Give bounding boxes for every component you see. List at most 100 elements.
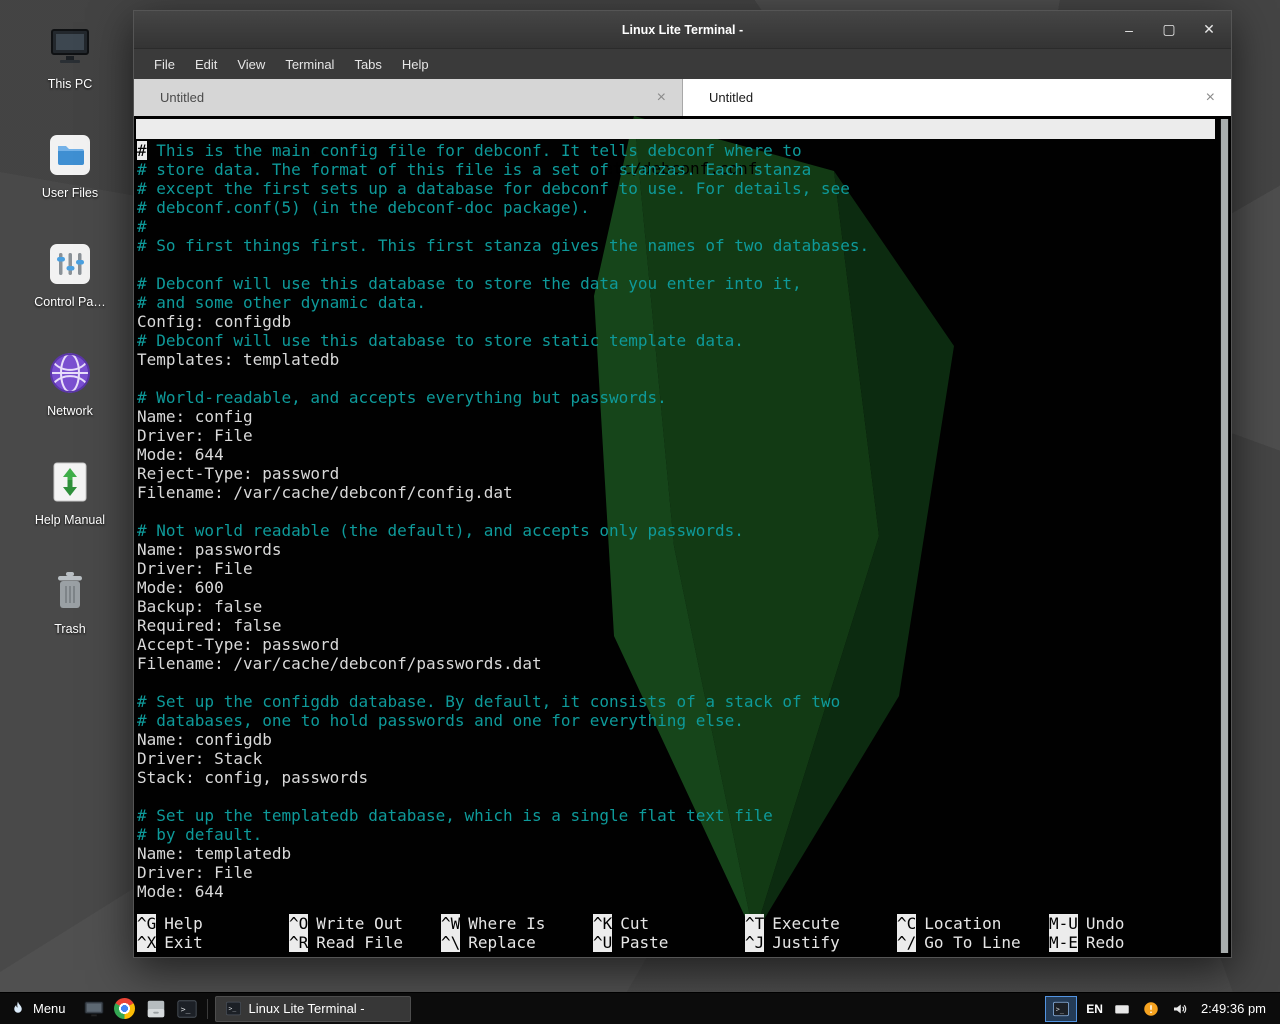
editor-line: # except the first sets up a database fo… [137,179,1215,198]
editor-line: # Debconf will use this database to stor… [137,274,1215,293]
editor-line: Backup: false [137,597,1215,616]
terminal-scrollbar[interactable] [1220,119,1229,953]
shortcut-key: ^X [137,933,156,952]
shortcut-label: Undo [1078,914,1125,933]
desktop-icon-control-pa[interactable]: Control Pa… [20,240,120,309]
volume-icon[interactable] [1170,997,1190,1021]
desktop-icon-column: This PC User Files Control Pa… Network Help … [20,22,120,636]
scrollbar-thumb[interactable] [1221,119,1228,953]
file-manager-button[interactable] [143,996,169,1022]
menu-view[interactable]: View [227,52,275,77]
taskbar-separator [207,999,208,1019]
menu-terminal[interactable]: Terminal [275,52,344,77]
desktop-icon-label: Help Manual [35,513,105,527]
svg-text:>_: >_ [180,1003,190,1013]
shortcut-key: ^T [745,914,764,933]
task-button-label: Linux Lite Terminal - [249,1001,365,1016]
terminal-icon: >_ [176,998,198,1020]
menu-edit[interactable]: Edit [185,52,227,77]
window-titlebar[interactable]: Linux Lite Terminal - –▢✕ [134,11,1231,48]
keyboard-layout-icon[interactable] [1112,997,1132,1021]
terminal-viewport[interactable]: GNU nano 7.2 /etc/debconf.conf # This is… [134,116,1231,957]
menu-file[interactable]: File [144,52,185,77]
shortcut-label: Write Out [308,914,403,933]
desktop-icon-this-pc[interactable]: This PC [20,22,120,91]
nano-shortcut-bar: ^GHelp^OWrite Out^WWhere Is^KCut^TExecut… [137,914,1201,952]
editor-line: # and some other dynamic data. [137,293,1215,312]
tray-terminal-indicator[interactable]: >_ [1045,996,1077,1022]
shortcut-where-is: ^WWhere Is [441,914,593,933]
shortcut-key: ^G [137,914,156,933]
editor-line: Stack: config, passwords [137,768,1215,787]
tab-untitled-2[interactable]: Untitled× [683,79,1231,116]
minimize-button[interactable]: – [1121,22,1137,38]
desktop-icon-label: User Files [42,186,98,200]
close-tab-icon[interactable]: × [657,90,666,106]
desktop-icon-help-manual[interactable]: Help Manual [20,458,120,527]
trash-icon [46,567,94,615]
shortcut-label: Execute [764,914,839,933]
editor-text-area[interactable]: # This is the main config file for debco… [137,141,1215,901]
clock[interactable]: 2:49:36 pm [1199,1001,1274,1016]
editor-line: # store data. The format of this file is… [137,160,1215,179]
files-icon [145,998,167,1020]
shortcut-label: Cut [612,914,649,933]
shortcut-key: ^R [289,933,308,952]
terminal-launcher-button[interactable]: >_ [174,996,200,1022]
editor-line: # Set up the templatedb database, which … [137,806,1215,825]
editor-line: Filename: /var/cache/debconf/config.dat [137,483,1215,502]
shortcut-key: ^\ [441,933,460,952]
shortcut-help: ^GHelp [137,914,289,933]
taskbar: Menu >_ >_ Linux Lite Terminal - >_ EN 2… [0,992,1280,1024]
shortcut-label: Paste [612,933,668,952]
tab-label: Untitled [160,90,657,105]
editor-line: Driver: File [137,863,1215,882]
shortcut-label: Replace [460,933,535,952]
desktop-icon-user-files[interactable]: User Files [20,131,120,200]
editor-line: Accept-Type: password [137,635,1215,654]
terminal-icon: >_ [225,1000,242,1017]
editor-line: # databases, one to hold passwords and o… [137,711,1215,730]
editor-line: Driver: File [137,426,1215,445]
shortcut-key: ^J [745,933,764,952]
editor-line: # debconf.conf(5) (in the debconf-doc pa… [137,198,1215,217]
taskbar-window-button[interactable]: >_ Linux Lite Terminal - [215,996,411,1022]
chrome-browser-button[interactable] [112,996,138,1022]
menu-help[interactable]: Help [392,52,439,77]
shortcut-go-to-line: ^/Go To Line [897,933,1049,952]
tab-untitled-1[interactable]: Untitled× [134,79,683,116]
nano-titlebar: GNU nano 7.2 /etc/debconf.conf [136,119,1215,139]
shortcut-location: ^CLocation [897,914,1049,933]
close-button[interactable]: ✕ [1201,21,1217,38]
terminal-window: Linux Lite Terminal - –▢✕ FileEditViewTe… [133,10,1232,958]
chrome-icon [114,998,135,1019]
shortcut-key: M-E [1049,933,1078,952]
maximize-button[interactable]: ▢ [1161,21,1177,38]
editor-line [137,787,1215,806]
linux-lite-flame-icon [9,1000,27,1018]
menu-tabs[interactable]: Tabs [344,52,391,77]
menu-bar: FileEditViewTerminalTabsHelp [134,48,1231,79]
close-tab-icon[interactable]: × [1206,90,1215,106]
editor-line: # Debconf will use this database to stor… [137,331,1215,350]
editor-line: # This is the main config file for debco… [137,141,1215,160]
shortcut-cut: ^KCut [593,914,745,933]
start-menu-button[interactable]: Menu [6,998,74,1020]
editor-line: # Set up the configdb database. By defau… [137,692,1215,711]
shortcut-label: Where Is [460,914,545,933]
desktop-icon-network[interactable]: Network [20,349,120,418]
editor-line: # World-readable, and accepts everything… [137,388,1215,407]
desktop-icon-trash[interactable]: Trash [20,567,120,636]
desktop-icon-label: This PC [48,77,92,91]
editor-line: Name: passwords [137,540,1215,559]
show-desktop-button[interactable] [81,996,107,1022]
shortcut-key: ^C [897,914,916,933]
updates-notifier-icon[interactable] [1141,997,1161,1021]
desktop-icon-label: Network [47,404,93,418]
keyboard-language-indicator[interactable]: EN [1086,1002,1103,1016]
shortcut-label: Read File [308,933,403,952]
shortcut-key: ^W [441,914,460,933]
shortcut-key: ^/ [897,933,916,952]
shortcut-read-file: ^RRead File [289,933,441,952]
shortcut-row: ^GHelp^OWrite Out^WWhere Is^KCut^TExecut… [137,914,1201,933]
